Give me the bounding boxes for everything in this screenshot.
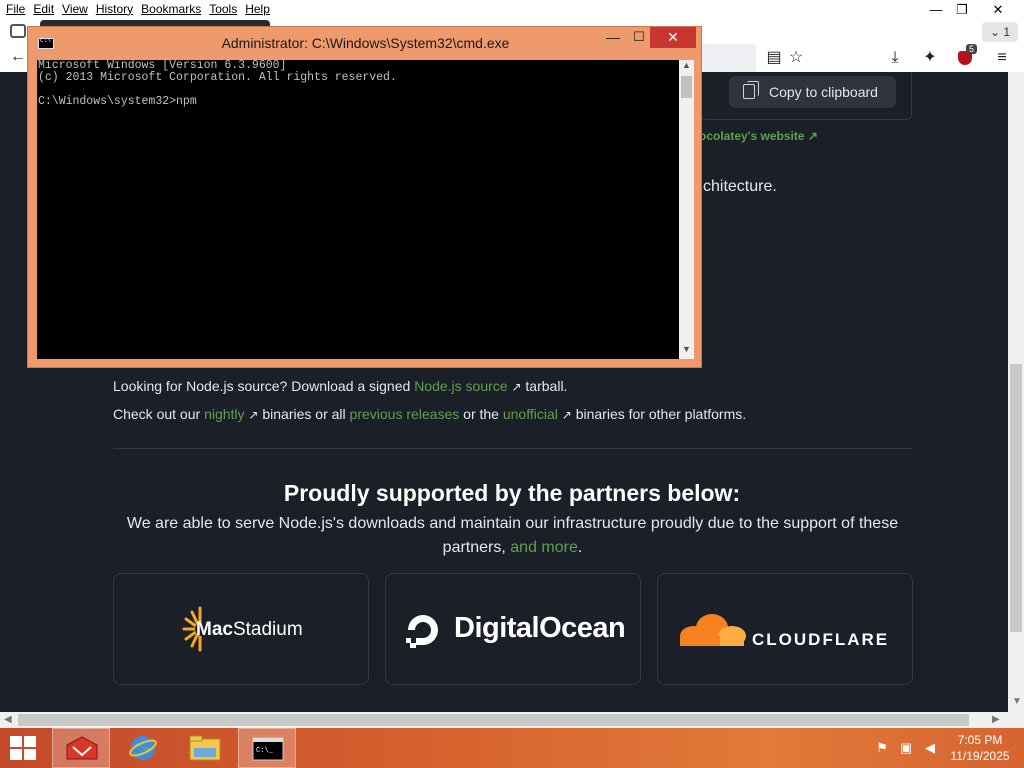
tab-count-value: 1 (1003, 25, 1011, 39)
terminal-icon: C:\_ (252, 737, 284, 761)
clock-time: 7:05 PM (957, 733, 1003, 747)
horizontal-scrollbar[interactable]: ◀ ▶ (0, 712, 1008, 728)
cmd-scrollbar[interactable]: ▲ ▼ (679, 60, 694, 359)
previous-releases-link[interactable]: previous releases (350, 406, 460, 422)
menu-bookmarks[interactable]: Bookmarks (137, 2, 205, 16)
menu-help[interactable]: Help (241, 2, 274, 16)
cmd-maximize-button[interactable]: ☐ (628, 29, 650, 51)
browser-minimize-button[interactable]: — (922, 0, 950, 20)
windows-taskbar: C:\_ ⚑ ▣ ◀ 7:05 PM 11/19/2025 (0, 728, 1024, 768)
cloudflare-logo: CLOUDFLARE (752, 630, 890, 649)
folder-icon (189, 735, 221, 761)
vertical-scroll-thumb[interactable] (1010, 364, 1022, 632)
cmd-titlebar[interactable]: Administrator: C:\Windows\System32\cmd.e… (28, 27, 703, 59)
console-line: (c) 2013 Microsoft Corporation. All righ… (38, 71, 397, 84)
external-link-icon: ↗ (807, 129, 818, 143)
copy-to-clipboard-button[interactable]: Copy to clipboard (729, 76, 896, 108)
cmd-close-button[interactable]: ✕ (650, 27, 696, 48)
taskbar-app-ie[interactable] (114, 728, 172, 768)
globe-icon (129, 736, 157, 760)
horizontal-scroll-thumb[interactable] (18, 714, 969, 726)
svg-text:C:\_: C:\_ (256, 747, 274, 755)
tab-count-button[interactable]: ⌄ 1 (982, 22, 1018, 42)
menu-view[interactable]: View (58, 2, 92, 16)
external-link-icon: ↗ (248, 408, 259, 422)
external-link-icon: ↗ (511, 380, 522, 394)
section-divider (113, 448, 912, 449)
menu-history[interactable]: History (92, 2, 137, 16)
chevron-up-icon[interactable]: ▲ (682, 60, 691, 70)
scroll-down-icon[interactable]: ▼ (1012, 696, 1022, 707)
partners-heading: Proudly supported by the partners below: (283, 480, 741, 506)
chevron-down-icon[interactable]: ▼ (682, 344, 691, 354)
action-center-flag-icon[interactable]: ⚑ (874, 740, 890, 756)
nodejs-source-link[interactable]: Node.js source (414, 378, 507, 394)
extensions-icon[interactable]: ✦ (920, 48, 940, 68)
vertical-scrollbar[interactable]: ▼ (1008, 72, 1024, 728)
browser-menubar: File Edit View History Bookmarks Tools H… (0, 0, 1024, 20)
hamburger-menu-icon[interactable]: ≡ (992, 48, 1012, 68)
external-link-icon: ↗ (561, 408, 572, 422)
copy-button-label: Copy to clipboard (769, 84, 878, 100)
url-bar-end[interactable] (700, 44, 756, 72)
partner-card-cloudflare[interactable]: CLOUDFLARE (657, 573, 913, 685)
digitalocean-logo: DigitalOcean (454, 612, 626, 644)
binaries-paragraph: Check out our nightly ↗ binaries or all … (113, 406, 747, 422)
taskbar-app-explorer[interactable] (176, 728, 234, 768)
scroll-left-icon[interactable]: ◀ (4, 712, 12, 728)
taskbar-app-browser[interactable] (52, 728, 110, 768)
partners-description: We are able to serve Node.js's downloads… (126, 515, 899, 556)
console-prompt-line[interactable]: C:\Windows\system32>npm (38, 96, 197, 108)
browser-restore-button[interactable]: ❐ (948, 0, 976, 20)
gateway-app-icon (66, 736, 98, 760)
cmd-window[interactable]: Administrator: C:\Windows\System32\cmd.e… (27, 26, 702, 368)
partner-card-digitalocean[interactable]: DigitalOcean (385, 573, 641, 685)
taskbar-app-cmd[interactable]: C:\_ (238, 728, 296, 768)
partner-card-macstadium[interactable]: MacStadium (113, 573, 369, 685)
system-clock[interactable]: 7:05 PM 11/19/2025 (944, 732, 1016, 764)
chevron-down-icon: ⌄ (989, 25, 1004, 39)
nightly-link[interactable]: nightly (204, 406, 244, 422)
menu-file[interactable]: File (2, 2, 29, 16)
clock-date: 11/19/2025 (950, 749, 1010, 763)
cloudflare-cloud-icon (680, 614, 746, 646)
digitalocean-logo-icon (406, 615, 438, 648)
unofficial-link[interactable]: unofficial (503, 406, 558, 422)
cmd-minimize-button[interactable]: — (602, 29, 624, 51)
menu-tools[interactable]: Tools (205, 2, 241, 16)
scroll-right-icon[interactable]: ▶ (992, 712, 1000, 728)
cmd-console[interactable]: Microsoft Windows [Version 6.3.9600] (c)… (37, 60, 679, 359)
reader-view-icon[interactable]: ▤ (764, 48, 784, 68)
tab-overview-icon[interactable] (10, 24, 26, 38)
volume-muted-icon[interactable]: ◀ (922, 740, 938, 756)
back-arrow-icon[interactable]: ← (10, 48, 26, 66)
macstadium-logo: MacStadium (196, 619, 303, 640)
menu-edit[interactable]: Edit (29, 2, 58, 16)
source-paragraph: Looking for Node.js source? Download a s… (113, 378, 568, 394)
chocolatey-link[interactable]: ocolatey's website ↗ (699, 129, 818, 143)
bookmark-star-icon[interactable]: ☆ (786, 48, 806, 68)
cmd-scroll-thumb[interactable] (681, 76, 692, 98)
windows-start-button[interactable] (10, 736, 38, 760)
downloads-icon[interactable]: ⤓ (885, 48, 905, 68)
and-more-link[interactable]: and more (510, 539, 578, 556)
extension-badge: 5 (966, 44, 978, 54)
architecture-text: chitecture. (703, 178, 777, 195)
network-icon[interactable]: ▣ (898, 740, 914, 756)
browser-close-button[interactable]: ✕ (984, 0, 1012, 20)
